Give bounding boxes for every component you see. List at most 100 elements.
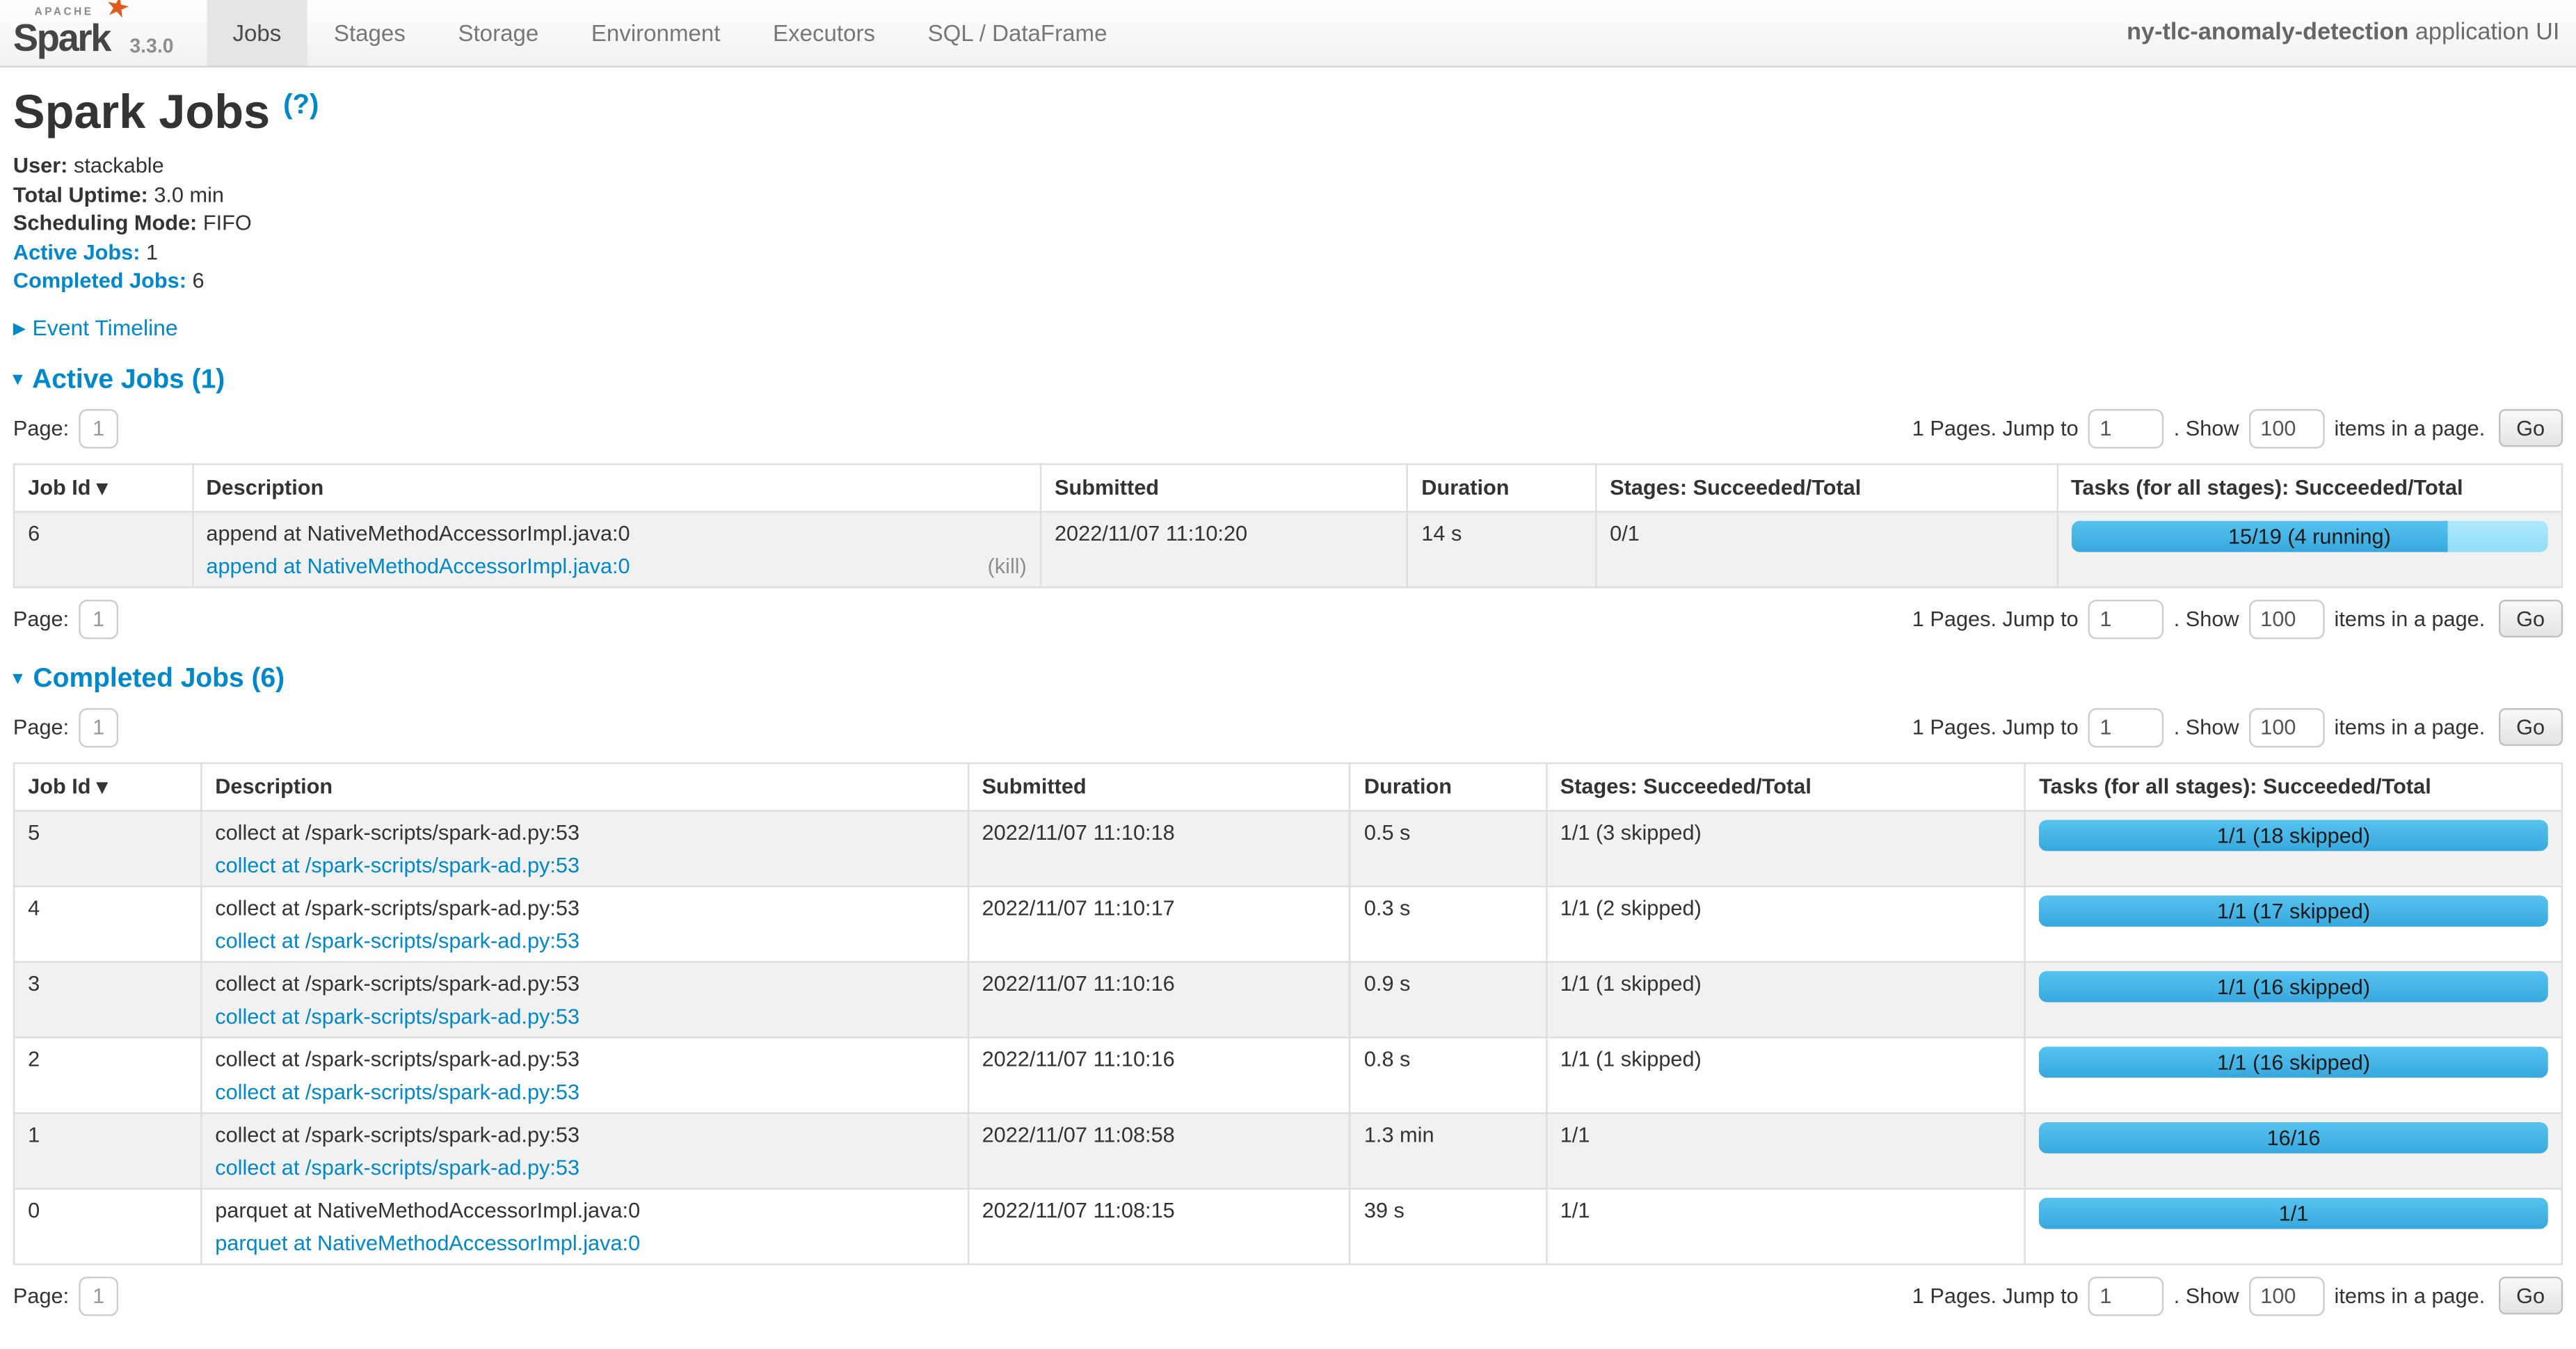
pages-count-text: 1 Pages. Jump to — [1912, 607, 2079, 631]
go-button[interactable]: Go — [2498, 709, 2563, 747]
nav-tab[interactable]: Environment — [565, 0, 746, 65]
job-description-text: collect at /spark-scripts/spark-ad.py:53 — [215, 895, 954, 920]
job-id-cell: 5 — [14, 811, 201, 886]
table-header-row: Job Id ▾DescriptionSubmittedDurationStag… — [14, 464, 2562, 511]
jump-to-input[interactable] — [2088, 708, 2164, 747]
table-row: 4 collect at /spark-scripts/spark-ad.py:… — [14, 886, 2562, 962]
column-header[interactable]: Stages: Succeeded/Total — [1546, 763, 2025, 811]
job-description-link[interactable]: append at NativeMethodAccessorImpl.java:… — [206, 553, 630, 577]
go-button[interactable]: Go — [2498, 600, 2563, 638]
summary-info-label[interactable]: Active Jobs: — [13, 239, 141, 264]
column-header[interactable]: Job Id ▾ — [14, 763, 201, 811]
table-row: 0 parquet at NativeMethodAccessorImpl.ja… — [14, 1188, 2562, 1264]
nav-tab[interactable]: SQL / DataFrame — [902, 0, 1133, 65]
job-description-link[interactable]: collect at /spark-scripts/spark-ad.py:53 — [215, 1155, 579, 1179]
job-description-cell: collect at /spark-scripts/spark-ad.py:53… — [201, 961, 968, 1037]
column-header[interactable]: Description — [201, 763, 968, 811]
job-description-link[interactable]: parquet at NativeMethodAccessorImpl.java… — [215, 1230, 640, 1254]
help-link[interactable]: (?) — [283, 89, 319, 120]
page-input[interactable] — [79, 1277, 118, 1316]
column-header[interactable]: Tasks (for all stages): Succeeded/Total — [2025, 763, 2562, 811]
summary-info-label: Scheduling Mode: — [13, 211, 197, 235]
active-jobs-header[interactable]: ▾ Active Jobs (1) — [13, 365, 2563, 396]
show-text: . Show — [2174, 416, 2239, 440]
job-description-cell: append at NativeMethodAccessorImpl.java:… — [192, 511, 1041, 587]
progress-label: 16/16 — [2039, 1122, 2548, 1154]
go-button[interactable]: Go — [2498, 410, 2563, 447]
show-items-input[interactable] — [2249, 1277, 2325, 1316]
job-description-link[interactable]: collect at /spark-scripts/spark-ad.py:53 — [215, 852, 579, 877]
submitted-cell: 2022/11/07 11:10:18 — [968, 811, 1350, 886]
app-title: ny-tlc-anomaly-detection application UI — [2127, 19, 2576, 46]
pages-count-text: 1 Pages. Jump to — [1912, 715, 2079, 740]
summary-info-line: Active Jobs: 1 — [13, 241, 2563, 264]
progress-label: 1/1 (18 skipped) — [2039, 820, 2548, 851]
completed-jobs-header[interactable]: ▾ Completed Jobs (6) — [13, 664, 2563, 695]
tasks-cell: 1/1 (16 skipped) — [2025, 961, 2562, 1037]
show-items-input[interactable] — [2249, 600, 2325, 639]
job-description-link[interactable]: collect at /spark-scripts/spark-ad.py:53 — [215, 928, 579, 952]
nav-tab[interactable]: Executors — [746, 0, 902, 65]
stages-cell: 1/1 (1 skipped) — [1546, 1037, 2025, 1113]
tasks-progress-bar: 1/1 — [2039, 1197, 2548, 1229]
progress-label: 1/1 — [2039, 1197, 2548, 1229]
go-button[interactable]: Go — [2498, 1277, 2563, 1315]
column-header[interactable]: Duration — [1350, 763, 1546, 811]
nav-tab-label: Storage — [458, 19, 538, 46]
tasks-cell: 16/16 — [2025, 1113, 2562, 1189]
spark-logo[interactable]: APACHE Spark ★ 3.3.0 — [0, 0, 184, 65]
pagination-row: Page: 1 Pages. Jump to . Show items in a… — [13, 708, 2563, 747]
summary-info-value: stackable — [74, 153, 164, 177]
page-label: Page: — [13, 607, 69, 631]
column-header[interactable]: Submitted — [968, 763, 1350, 811]
page-input[interactable] — [79, 600, 118, 639]
summary-info-value: 6 — [193, 269, 205, 293]
summary-info-value: 1 — [146, 239, 158, 264]
job-description-cell: collect at /spark-scripts/spark-ad.py:53… — [201, 886, 968, 962]
column-header[interactable]: Submitted — [1041, 464, 1407, 511]
pagination-row: Page: 1 Pages. Jump to . Show items in a… — [13, 600, 2563, 639]
jump-to-input[interactable] — [2088, 600, 2164, 639]
progress-label: 15/19 (4 running) — [2071, 520, 2548, 552]
job-id-cell: 0 — [14, 1188, 201, 1264]
table-row: 1 collect at /spark-scripts/spark-ad.py:… — [14, 1113, 2562, 1189]
nav-tab[interactable]: Storage — [432, 0, 565, 65]
page-input[interactable] — [79, 409, 118, 449]
page-label: Page: — [13, 1284, 69, 1308]
jump-to-input[interactable] — [2088, 409, 2164, 449]
show-text: . Show — [2174, 1284, 2239, 1308]
tasks-cell: 1/1 (17 skipped) — [2025, 886, 2562, 962]
column-header[interactable]: Tasks (for all stages): Succeeded/Total — [2057, 464, 2562, 511]
spark-wordmark: Spark — [13, 17, 110, 59]
column-header[interactable]: Job Id ▾ — [14, 464, 192, 511]
page-input[interactable] — [79, 708, 118, 747]
column-header[interactable]: Stages: Succeeded/Total — [1596, 464, 2057, 511]
jump-to-input[interactable] — [2088, 1277, 2164, 1316]
event-timeline-toggle[interactable]: ▶Event Timeline — [13, 315, 2563, 340]
show-items-input[interactable] — [2249, 708, 2325, 747]
kill-link[interactable]: (kill) — [988, 553, 1027, 577]
summary-info-line: Completed Jobs: 6 — [13, 270, 2563, 292]
show-items-input[interactable] — [2249, 409, 2325, 449]
submitted-cell: 2022/11/07 11:10:16 — [968, 961, 1350, 1037]
tasks-progress-bar: 15/19 (4 running) — [2071, 520, 2548, 552]
summary-info-label[interactable]: Completed Jobs: — [13, 269, 186, 293]
job-description-link[interactable]: collect at /spark-scripts/spark-ad.py:53 — [215, 1079, 579, 1103]
tasks-cell: 15/19 (4 running) — [2057, 511, 2562, 587]
collapsed-arrow-icon: ▶ — [13, 320, 26, 338]
stages-cell: 1/1 — [1546, 1113, 2025, 1189]
job-id-cell: 3 — [14, 961, 201, 1037]
summary-info: User: stackable Total Uptime: 3.0 min Sc… — [13, 155, 2563, 292]
job-description-cell: parquet at NativeMethodAccessorImpl.java… — [201, 1188, 968, 1264]
job-description-link[interactable]: collect at /spark-scripts/spark-ad.py:53 — [215, 1004, 579, 1028]
spark-ui-page: APACHE Spark ★ 3.3.0 JobsStages Storage En… — [0, 0, 2576, 1349]
nav-tab[interactable]: Jobs — [207, 0, 307, 65]
summary-info-line: Scheduling Mode: FIFO — [13, 212, 2563, 234]
app-ui-suffix: application UI — [2408, 19, 2559, 46]
nav-tab[interactable]: Stages — [307, 0, 432, 65]
column-header[interactable]: Description — [192, 464, 1041, 511]
submitted-cell: 2022/11/07 11:08:58 — [968, 1113, 1350, 1189]
tasks-progress-bar: 1/1 (18 skipped) — [2039, 820, 2548, 851]
job-description-text: collect at /spark-scripts/spark-ad.py:53 — [215, 1122, 954, 1147]
column-header[interactable]: Duration — [1407, 464, 1596, 511]
